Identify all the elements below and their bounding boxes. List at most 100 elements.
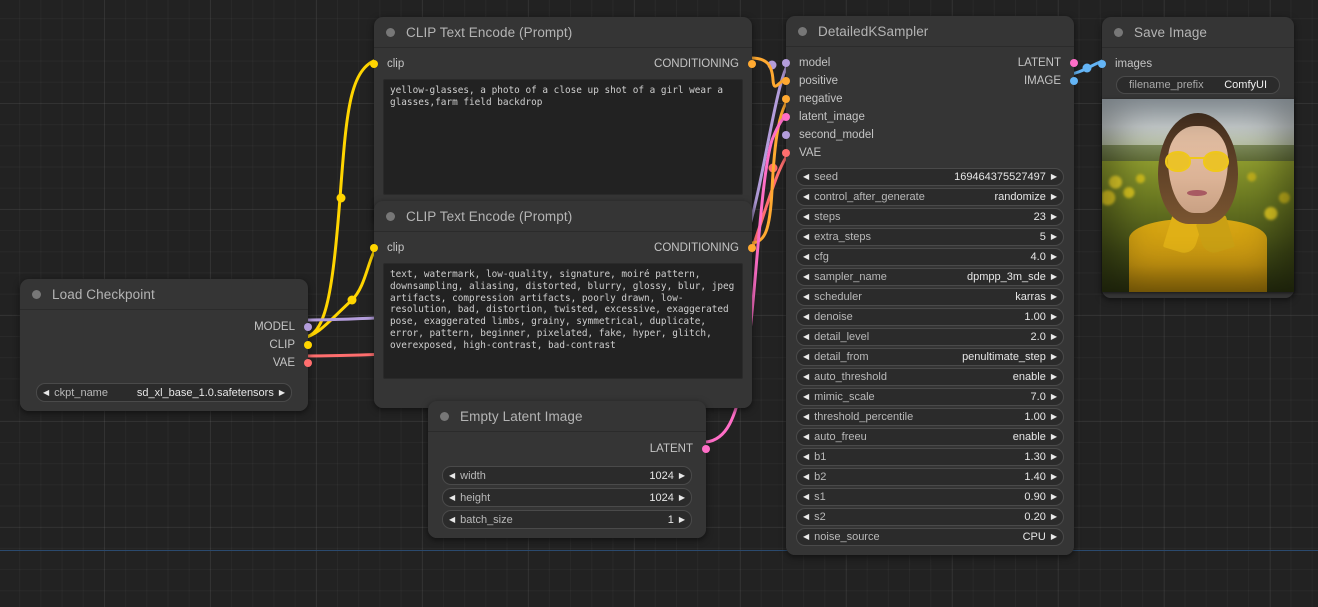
node-title-detailed-ksampler[interactable]: DetailedKSampler: [786, 16, 1074, 46]
increment-arrow-icon[interactable]: ▶: [1051, 373, 1057, 381]
collapse-dot-icon[interactable]: [440, 412, 449, 421]
increment-arrow-icon[interactable]: ▶: [1051, 353, 1057, 361]
widget-steps[interactable]: ◀ steps 23 ▶: [796, 208, 1064, 226]
port-dot-clip-in[interactable]: [370, 60, 378, 68]
prompt-textarea-positive[interactable]: yellow-glasses, a photo of a close up sh…: [383, 79, 743, 195]
increment-arrow-icon[interactable]: ▶: [1051, 293, 1057, 301]
output-port-vae[interactable]: VAE: [20, 354, 308, 372]
decrement-arrow-icon[interactable]: ◀: [803, 273, 809, 281]
widget-extra-steps[interactable]: ◀ extra_steps 5 ▶: [796, 228, 1064, 246]
widget-auto-freeu[interactable]: ◀ auto_freeu enable ▶: [796, 428, 1064, 446]
image-preview-container[interactable]: [1102, 99, 1294, 292]
port-dot-clip[interactable]: [304, 341, 312, 349]
node-clip-text-encode-positive[interactable]: CLIP Text Encode (Prompt) clip CONDITION…: [374, 17, 752, 224]
output-port-image[interactable]: IMAGE: [944, 72, 1074, 90]
node-save-image[interactable]: Save Image images filename_prefix ComfyU…: [1102, 17, 1294, 298]
decrement-arrow-icon[interactable]: ◀: [449, 516, 455, 524]
port-dot-second-model-in[interactable]: [782, 131, 790, 139]
increment-arrow-icon[interactable]: ▶: [1051, 253, 1057, 261]
increment-arrow-icon[interactable]: ▶: [1051, 233, 1057, 241]
increment-arrow-icon[interactable]: ▶: [1051, 533, 1057, 541]
output-port-latent[interactable]: LATENT: [428, 440, 706, 458]
input-port-clip[interactable]: clip: [374, 55, 563, 73]
collapse-dot-icon[interactable]: [32, 290, 41, 299]
output-port-conditioning[interactable]: CONDITIONING: [563, 55, 752, 73]
decrement-arrow-icon[interactable]: ◀: [803, 253, 809, 261]
increment-arrow-icon[interactable]: ▶: [279, 389, 285, 397]
widget-scheduler[interactable]: ◀ scheduler karras ▶: [796, 288, 1064, 306]
widget-noise-source[interactable]: ◀ noise_source CPU ▶: [796, 528, 1064, 546]
widget-mimic-scale[interactable]: ◀ mimic_scale 7.0 ▶: [796, 388, 1064, 406]
node-load-checkpoint[interactable]: Load Checkpoint MODEL CLIP VAE ◀ ckpt_na…: [20, 279, 308, 411]
decrement-arrow-icon[interactable]: ◀: [803, 513, 809, 521]
decrement-arrow-icon[interactable]: ◀: [803, 473, 809, 481]
prompt-textarea-negative[interactable]: text, watermark, low-quality, signature,…: [383, 263, 743, 379]
widget-control-after-generate[interactable]: ◀ control_after_generate randomize ▶: [796, 188, 1064, 206]
increment-arrow-icon[interactable]: ▶: [1051, 413, 1057, 421]
widget-filename-prefix[interactable]: filename_prefix ComfyUI: [1116, 76, 1280, 94]
collapse-dot-icon[interactable]: [1114, 28, 1123, 37]
increment-arrow-icon[interactable]: ▶: [1051, 473, 1057, 481]
input-port-model[interactable]: model: [786, 54, 944, 72]
port-dot-images-in[interactable]: [1098, 60, 1106, 68]
decrement-arrow-icon[interactable]: ◀: [803, 333, 809, 341]
comfyui-canvas[interactable]: Load Checkpoint MODEL CLIP VAE ◀ ckpt_na…: [0, 0, 1318, 607]
widget-sampler-name[interactable]: ◀ sampler_name dpmpp_3m_sde ▶: [796, 268, 1064, 286]
widget-threshold-percentile[interactable]: ◀ threshold_percentile 1.00 ▶: [796, 408, 1064, 426]
node-title-load-checkpoint[interactable]: Load Checkpoint: [20, 279, 308, 309]
increment-arrow-icon[interactable]: ▶: [1051, 493, 1057, 501]
widget-denoise[interactable]: ◀ denoise 1.00 ▶: [796, 308, 1064, 326]
decrement-arrow-icon[interactable]: ◀: [803, 433, 809, 441]
output-port-conditioning[interactable]: CONDITIONING: [563, 239, 752, 257]
widget-s2[interactable]: ◀ s2 0.20 ▶: [796, 508, 1064, 526]
collapse-dot-icon[interactable]: [798, 27, 807, 36]
port-dot-conditioning[interactable]: [748, 60, 756, 68]
decrement-arrow-icon[interactable]: ◀: [43, 389, 49, 397]
decrement-arrow-icon[interactable]: ◀: [803, 493, 809, 501]
collapse-dot-icon[interactable]: [386, 28, 395, 37]
increment-arrow-icon[interactable]: ▶: [1051, 173, 1057, 181]
widget-detail-level[interactable]: ◀ detail_level 2.0 ▶: [796, 328, 1064, 346]
input-port-clip[interactable]: clip: [374, 239, 563, 257]
decrement-arrow-icon[interactable]: ◀: [803, 353, 809, 361]
widget-detail-from[interactable]: ◀ detail_from penultimate_step ▶: [796, 348, 1064, 366]
port-dot-negative-in[interactable]: [782, 95, 790, 103]
collapse-dot-icon[interactable]: [386, 212, 395, 221]
widget-height[interactable]: ◀ height 1024 ▶: [442, 488, 692, 507]
node-title-save-image[interactable]: Save Image: [1102, 17, 1294, 47]
widget-cfg[interactable]: ◀ cfg 4.0 ▶: [796, 248, 1064, 266]
node-empty-latent-image[interactable]: Empty Latent Image LATENT ◀ width 1024 ▶…: [428, 401, 706, 538]
port-dot-latent-image-in[interactable]: [782, 113, 790, 121]
widget-b1[interactable]: ◀ b1 1.30 ▶: [796, 448, 1064, 466]
decrement-arrow-icon[interactable]: ◀: [803, 373, 809, 381]
port-dot-model[interactable]: [304, 323, 312, 331]
port-dot-latent[interactable]: [702, 445, 710, 453]
widget-auto-threshold[interactable]: ◀ auto_threshold enable ▶: [796, 368, 1064, 386]
increment-arrow-icon[interactable]: ▶: [1051, 213, 1057, 221]
decrement-arrow-icon[interactable]: ◀: [449, 494, 455, 502]
decrement-arrow-icon[interactable]: ◀: [803, 193, 809, 201]
input-port-negative[interactable]: negative: [786, 90, 944, 108]
generated-image-preview[interactable]: [1102, 99, 1294, 292]
port-dot-vae-in[interactable]: [782, 149, 790, 157]
port-dot-image-out[interactable]: [1070, 77, 1078, 85]
node-clip-text-encode-negative[interactable]: CLIP Text Encode (Prompt) clip CONDITION…: [374, 201, 752, 408]
decrement-arrow-icon[interactable]: ◀: [803, 173, 809, 181]
input-port-vae[interactable]: VAE: [786, 144, 944, 162]
increment-arrow-icon[interactable]: ▶: [1051, 273, 1057, 281]
node-title-empty-latent[interactable]: Empty Latent Image: [428, 401, 706, 431]
widget-batch-size[interactable]: ◀ batch_size 1 ▶: [442, 510, 692, 529]
port-dot-vae[interactable]: [304, 359, 312, 367]
port-dot-model-in[interactable]: [782, 59, 790, 67]
increment-arrow-icon[interactable]: ▶: [679, 516, 685, 524]
increment-arrow-icon[interactable]: ▶: [1051, 453, 1057, 461]
decrement-arrow-icon[interactable]: ◀: [803, 413, 809, 421]
input-port-second-model[interactable]: second_model: [786, 126, 944, 144]
output-port-model[interactable]: MODEL: [20, 318, 308, 336]
increment-arrow-icon[interactable]: ▶: [1051, 313, 1057, 321]
increment-arrow-icon[interactable]: ▶: [679, 494, 685, 502]
output-port-clip[interactable]: CLIP: [20, 336, 308, 354]
node-detailed-ksampler[interactable]: DetailedKSampler model positive negat: [786, 16, 1074, 555]
output-port-latent[interactable]: LATENT: [944, 54, 1074, 72]
increment-arrow-icon[interactable]: ▶: [1051, 393, 1057, 401]
